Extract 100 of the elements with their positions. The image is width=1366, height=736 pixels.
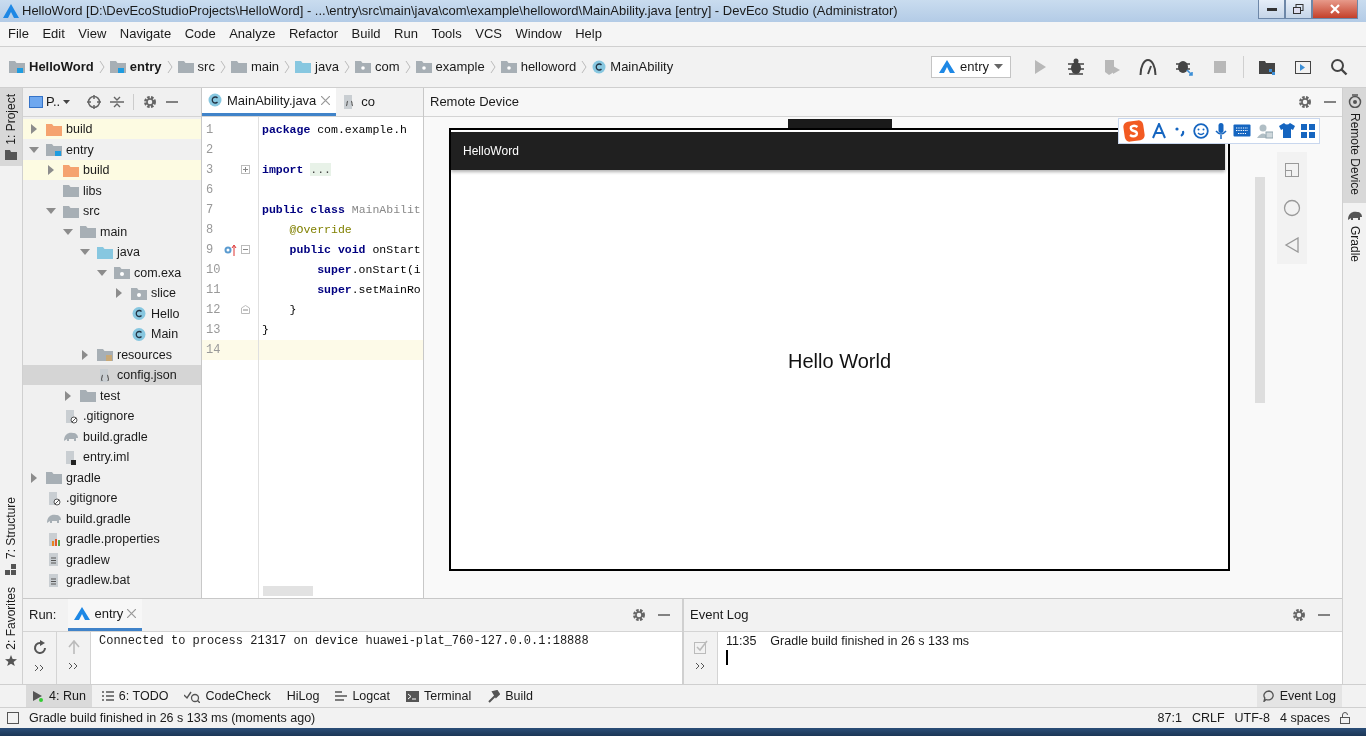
tree-item[interactable]: src: [23, 200, 201, 222]
breadcrumb[interactable]: helloword: [500, 59, 577, 75]
expanded-arrow-icon[interactable]: [29, 144, 39, 155]
collapsed-arrow-icon[interactable]: [29, 124, 39, 134]
run-configuration-dropdown[interactable]: entry: [931, 55, 1011, 78]
scrollbar[interactable]: [263, 585, 313, 596]
settings-icon[interactable]: [632, 607, 646, 622]
font-icon[interactable]: [1151, 122, 1167, 139]
tree-item[interactable]: com.exa: [23, 262, 201, 283]
tree-item[interactable]: .gitignore: [23, 487, 201, 509]
breadcrumb[interactable]: example: [415, 59, 485, 75]
tree-item[interactable]: entry.iml: [23, 446, 201, 468]
tool-window-tab[interactable]: 7: Structure: [0, 491, 22, 582]
tree-item[interactable]: .gitignore: [23, 405, 201, 427]
tool-window-tab[interactable]: 1: Project: [0, 87, 22, 167]
indent-setting[interactable]: 4 spaces: [1279, 711, 1330, 726]
window-icon[interactable]: [7, 712, 19, 725]
override-icon[interactable]: [224, 243, 237, 256]
tool-window-tab[interactable]: Remote Device: [1343, 87, 1366, 203]
input-method-logo-icon[interactable]: [1123, 119, 1145, 142]
minimize-button[interactable]: [1258, 0, 1285, 19]
caret-position[interactable]: 87:1: [1157, 711, 1182, 726]
expanded-arrow-icon[interactable]: [63, 226, 73, 237]
menu-item[interactable]: Analyze: [223, 26, 282, 42]
menu-item[interactable]: Navigate: [113, 26, 178, 42]
collapsed-arrow-icon[interactable]: [114, 288, 124, 298]
tool-window-tab[interactable]: Gradle: [1343, 202, 1366, 270]
tool-window-button[interactable]: 4: Run: [26, 685, 92, 708]
expanded-arrow-icon[interactable]: [97, 267, 107, 278]
lock-icon[interactable]: [1340, 712, 1350, 725]
keyboard-icon[interactable]: [1233, 124, 1251, 138]
menu-item[interactable]: File: [2, 26, 35, 42]
breadcrumb[interactable]: MainAbility: [592, 59, 674, 75]
tree-item[interactable]: main: [23, 221, 201, 242]
tool-window-button[interactable]: Logcat: [329, 685, 396, 708]
menu-item[interactable]: Refactor: [282, 26, 345, 42]
restore-button[interactable]: [1285, 0, 1312, 19]
collapsed-arrow-icon[interactable]: [29, 472, 39, 483]
tree-item[interactable]: libs: [23, 180, 201, 201]
breadcrumb[interactable]: HelloWord: [9, 59, 94, 75]
tree-item[interactable]: build.gradle: [23, 508, 201, 529]
file-encoding[interactable]: UTF-8: [1234, 711, 1270, 726]
menu-item[interactable]: Edit: [36, 26, 71, 42]
tree-item[interactable]: gradlew: [23, 549, 201, 570]
tree-item[interactable]: Main: [23, 323, 201, 345]
tree-item[interactable]: slice: [23, 282, 201, 304]
menu-item[interactable]: View: [72, 26, 113, 42]
tree-item[interactable]: java: [23, 241, 201, 263]
menu-item[interactable]: Code: [178, 26, 222, 42]
close-icon[interactable]: [127, 608, 137, 618]
tool-window-button[interactable]: Build: [481, 685, 539, 708]
tool-window-button[interactable]: 6: TODO: [95, 685, 175, 708]
settings-icon[interactable]: [1292, 607, 1306, 622]
event-log-button[interactable]: Event Log: [1256, 685, 1342, 708]
menu-item[interactable]: Run: [388, 26, 424, 42]
menu-item[interactable]: Help: [569, 26, 608, 42]
settings-icon[interactable]: [1298, 94, 1312, 109]
collapse-all-icon[interactable]: [110, 94, 125, 109]
collapsed-arrow-icon[interactable]: [63, 390, 73, 401]
collapsed-arrow-icon[interactable]: [80, 349, 90, 360]
fold-icon[interactable]: [241, 245, 250, 255]
tree-item[interactable]: test: [23, 385, 201, 406]
line-separator[interactable]: CRLF: [1191, 711, 1225, 726]
breadcrumb[interactable]: entry: [109, 59, 162, 75]
run-tab[interactable]: entry: [68, 598, 143, 631]
collapsed-arrow-icon[interactable]: [46, 165, 56, 175]
microphone-icon[interactable]: [1215, 122, 1227, 139]
tree-item[interactable]: gradle: [23, 467, 201, 488]
tree-item[interactable]: build.gradle: [23, 426, 201, 447]
shirt-icon[interactable]: [1279, 123, 1295, 139]
close-button[interactable]: [1312, 0, 1358, 19]
tree-item[interactable]: resources: [23, 344, 201, 365]
user-icon[interactable]: [1257, 122, 1273, 139]
menu-item[interactable]: Window: [509, 26, 568, 42]
scrollbar[interactable]: [1255, 176, 1265, 403]
breadcrumb[interactable]: java: [295, 59, 339, 75]
fold-end-icon[interactable]: [241, 305, 250, 315]
tree-item[interactable]: gradlew.bat: [23, 569, 201, 591]
settings-icon[interactable]: [143, 94, 158, 109]
expand-fold-icon[interactable]: [241, 165, 250, 175]
menu-item[interactable]: VCS: [469, 26, 508, 42]
emoji-icon[interactable]: [1193, 122, 1209, 139]
tree-item[interactable]: build: [23, 118, 201, 140]
locate-icon[interactable]: [87, 94, 102, 109]
expanded-arrow-icon[interactable]: [46, 206, 56, 216]
menu-item[interactable]: Tools: [425, 26, 468, 42]
breadcrumb[interactable]: src: [177, 59, 215, 75]
editor-tab[interactable]: co: [336, 87, 382, 116]
tree-item[interactable]: gradle.properties: [23, 528, 201, 550]
expanded-arrow-icon[interactable]: [80, 247, 90, 257]
rerun-icon[interactable]: [31, 639, 48, 656]
editor-tab[interactable]: MainAbility.java: [202, 87, 337, 116]
grid-icon[interactable]: [1301, 123, 1315, 138]
tool-window-button[interactable]: HiLog: [280, 685, 326, 708]
overview-icon[interactable]: [1284, 162, 1300, 179]
tool-window-button[interactable]: Terminal: [399, 685, 478, 708]
home-icon[interactable]: [1283, 198, 1301, 217]
breadcrumb[interactable]: com: [354, 59, 400, 75]
tree-item[interactable]: build: [23, 159, 201, 181]
tool-window-button[interactable]: CodeCheck: [178, 685, 277, 708]
